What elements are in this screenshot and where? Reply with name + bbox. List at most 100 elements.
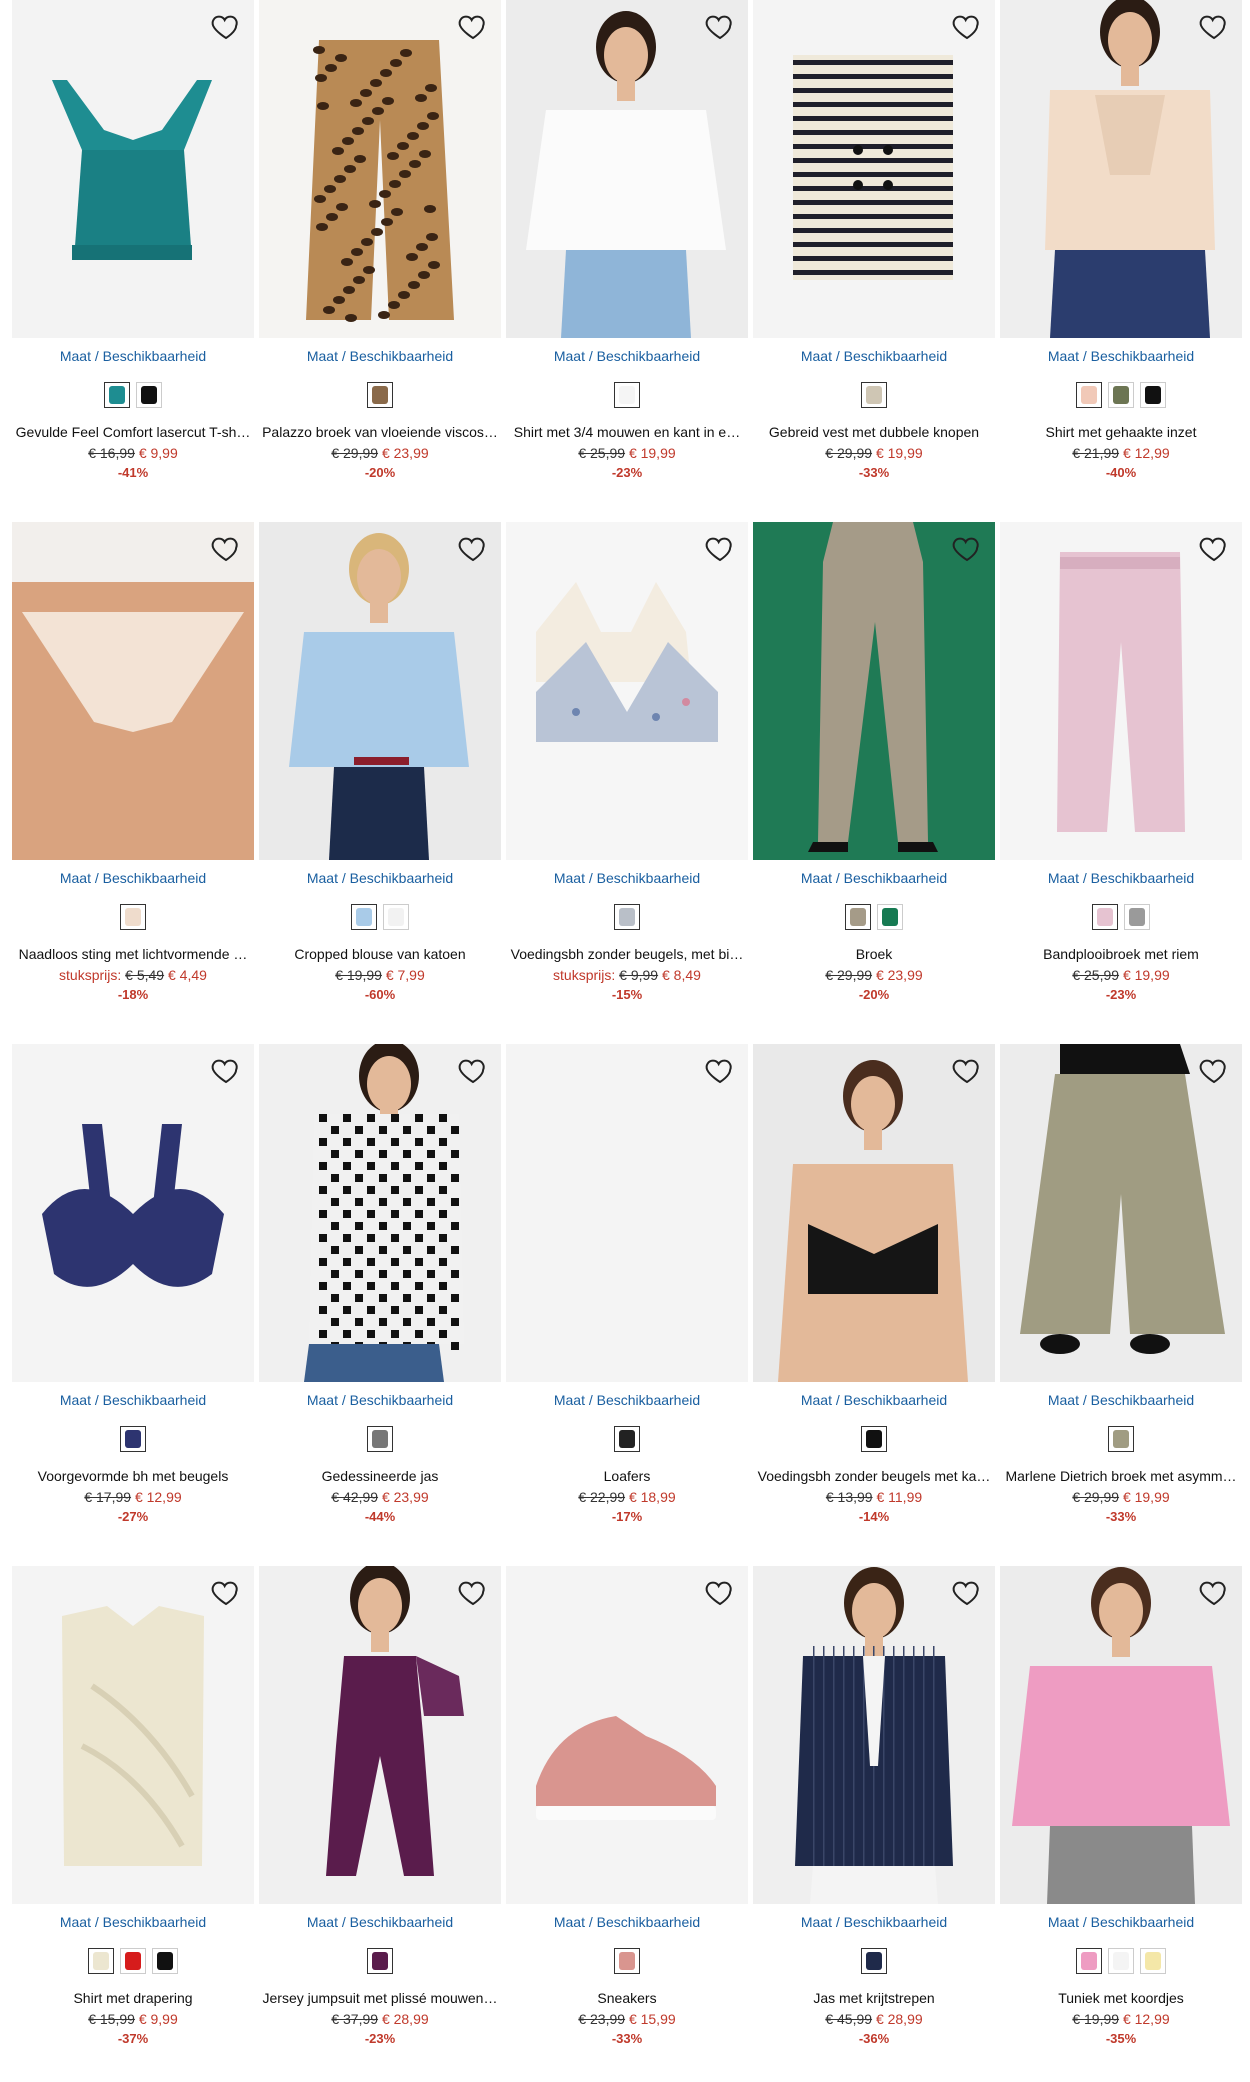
color-swatch[interactable]: [136, 382, 162, 408]
size-availability-link[interactable]: Maat / Beschikbaarheid: [506, 870, 748, 886]
product-image[interactable]: [12, 522, 254, 860]
product-card[interactable]: Maat / Beschikbaarheid Broek € 29,99 € 23,…: [753, 522, 995, 1022]
color-swatch[interactable]: [120, 1426, 146, 1452]
product-card[interactable]: Maat / Beschikbaarheid Voedingsbh zonder …: [753, 1044, 995, 1544]
wishlist-heart-icon[interactable]: [951, 1576, 983, 1608]
size-availability-link[interactable]: Maat / Beschikbaarheid: [12, 870, 254, 886]
product-image[interactable]: [753, 522, 995, 860]
wishlist-heart-icon[interactable]: [704, 10, 736, 42]
wishlist-heart-icon[interactable]: [210, 1054, 242, 1086]
product-title[interactable]: Jersey jumpsuit met plissé mouwen…: [259, 1990, 501, 2006]
color-swatch[interactable]: [1108, 1948, 1134, 1974]
product-image[interactable]: [753, 1044, 995, 1382]
size-availability-link[interactable]: Maat / Beschikbaarheid: [753, 870, 995, 886]
size-availability-link[interactable]: Maat / Beschikbaarheid: [506, 1914, 748, 1930]
product-card[interactable]: Maat / Beschikbaarheid Bandplooibroek met…: [1000, 522, 1242, 1022]
size-availability-link[interactable]: Maat / Beschikbaarheid: [1000, 1914, 1242, 1930]
product-image[interactable]: [1000, 1566, 1242, 1904]
product-card[interactable]: Maat / Beschikbaarheid Gebreid vest met d…: [753, 0, 995, 500]
product-image[interactable]: [1000, 522, 1242, 860]
product-card[interactable]: Maat / Beschikbaarheid Voedingsbh zonder …: [506, 522, 748, 1022]
color-swatch[interactable]: [614, 1948, 640, 1974]
wishlist-heart-icon[interactable]: [1198, 532, 1230, 564]
wishlist-heart-icon[interactable]: [457, 532, 489, 564]
product-card[interactable]: Maat / Beschikbaarheid Gevulde Feel Comfo…: [12, 0, 254, 500]
color-swatch[interactable]: [1076, 1948, 1102, 1974]
color-swatch[interactable]: [367, 1948, 393, 1974]
color-swatch[interactable]: [1076, 382, 1102, 408]
product-title[interactable]: Shirt met drapering: [12, 1990, 254, 2006]
size-availability-link[interactable]: Maat / Beschikbaarheid: [753, 348, 995, 364]
product-image[interactable]: [1000, 1044, 1242, 1382]
product-image[interactable]: [259, 1566, 501, 1904]
product-title[interactable]: Cropped blouse van katoen: [259, 946, 501, 962]
size-availability-link[interactable]: Maat / Beschikbaarheid: [12, 348, 254, 364]
product-title[interactable]: Voedingsbh zonder beugels met ka…: [753, 1468, 995, 1484]
color-swatch[interactable]: [1124, 904, 1150, 930]
size-availability-link[interactable]: Maat / Beschikbaarheid: [1000, 348, 1242, 364]
product-title[interactable]: Palazzo broek van vloeiende viscos…: [259, 424, 501, 440]
product-title[interactable]: Broek: [753, 946, 995, 962]
product-title[interactable]: Voorgevormde bh met beugels: [12, 1468, 254, 1484]
size-availability-link[interactable]: Maat / Beschikbaarheid: [259, 870, 501, 886]
product-image[interactable]: [506, 0, 748, 338]
size-availability-link[interactable]: Maat / Beschikbaarheid: [12, 1392, 254, 1408]
size-availability-link[interactable]: Maat / Beschikbaarheid: [753, 1392, 995, 1408]
product-image[interactable]: [259, 1044, 501, 1382]
product-title[interactable]: Shirt met gehaakte inzet: [1000, 424, 1242, 440]
product-title[interactable]: Marlene Dietrich broek met asymm…: [1000, 1468, 1242, 1484]
color-swatch[interactable]: [152, 1948, 178, 1974]
product-card[interactable]: Maat / Beschikbaarheid Shirt met draperin…: [12, 1566, 254, 2066]
color-swatch[interactable]: [367, 1426, 393, 1452]
product-card[interactable]: Maat / Beschikbaarheid Shirt met 3/4 mouw…: [506, 0, 748, 500]
product-title[interactable]: Gevulde Feel Comfort lasercut T-sh…: [12, 424, 254, 440]
color-swatch[interactable]: [861, 1948, 887, 1974]
product-image[interactable]: [12, 1044, 254, 1382]
product-title[interactable]: Bandplooibroek met riem: [1000, 946, 1242, 962]
product-title[interactable]: Voedingsbh zonder beugels, met bi…: [506, 946, 748, 962]
wishlist-heart-icon[interactable]: [457, 1576, 489, 1608]
product-title[interactable]: Sneakers: [506, 1990, 748, 2006]
wishlist-heart-icon[interactable]: [210, 1576, 242, 1608]
wishlist-heart-icon[interactable]: [951, 1054, 983, 1086]
size-availability-link[interactable]: Maat / Beschikbaarheid: [506, 1392, 748, 1408]
product-image[interactable]: [506, 1044, 748, 1382]
product-image[interactable]: [1000, 0, 1242, 338]
size-availability-link[interactable]: Maat / Beschikbaarheid: [259, 348, 501, 364]
product-title[interactable]: Gebreid vest met dubbele knopen: [753, 424, 995, 440]
color-swatch[interactable]: [1092, 904, 1118, 930]
wishlist-heart-icon[interactable]: [457, 10, 489, 42]
color-swatch[interactable]: [1140, 1948, 1166, 1974]
color-swatch[interactable]: [861, 382, 887, 408]
wishlist-heart-icon[interactable]: [1198, 1576, 1230, 1608]
product-image[interactable]: [753, 0, 995, 338]
color-swatch[interactable]: [614, 382, 640, 408]
color-swatch[interactable]: [614, 1426, 640, 1452]
product-title[interactable]: Loafers: [506, 1468, 748, 1484]
color-swatch[interactable]: [1108, 1426, 1134, 1452]
size-availability-link[interactable]: Maat / Beschikbaarheid: [12, 1914, 254, 1930]
color-swatch[interactable]: [861, 1426, 887, 1452]
product-title[interactable]: Jas met krijtstrepen: [753, 1990, 995, 2006]
color-swatch[interactable]: [367, 382, 393, 408]
product-title[interactable]: Gedessineerde jas: [259, 1468, 501, 1484]
size-availability-link[interactable]: Maat / Beschikbaarheid: [506, 348, 748, 364]
product-card[interactable]: Maat / Beschikbaarheid Naadloos sting met…: [12, 522, 254, 1022]
wishlist-heart-icon[interactable]: [951, 10, 983, 42]
color-swatch[interactable]: [877, 904, 903, 930]
product-card[interactable]: Maat / Beschikbaarheid Tuniek met koordje…: [1000, 1566, 1242, 2066]
color-swatch[interactable]: [351, 904, 377, 930]
product-image[interactable]: [12, 0, 254, 338]
color-swatch[interactable]: [845, 904, 871, 930]
color-swatch[interactable]: [383, 904, 409, 930]
product-image[interactable]: [506, 522, 748, 860]
product-image[interactable]: [506, 1566, 748, 1904]
wishlist-heart-icon[interactable]: [1198, 1054, 1230, 1086]
wishlist-heart-icon[interactable]: [951, 532, 983, 564]
product-card[interactable]: Maat / Beschikbaarheid Jas met krijtstrep…: [753, 1566, 995, 2066]
wishlist-heart-icon[interactable]: [704, 532, 736, 564]
product-image[interactable]: [259, 522, 501, 860]
product-card[interactable]: Maat / Beschikbaarheid Cropped blouse van…: [259, 522, 501, 1022]
wishlist-heart-icon[interactable]: [210, 532, 242, 564]
product-image[interactable]: [259, 0, 501, 338]
